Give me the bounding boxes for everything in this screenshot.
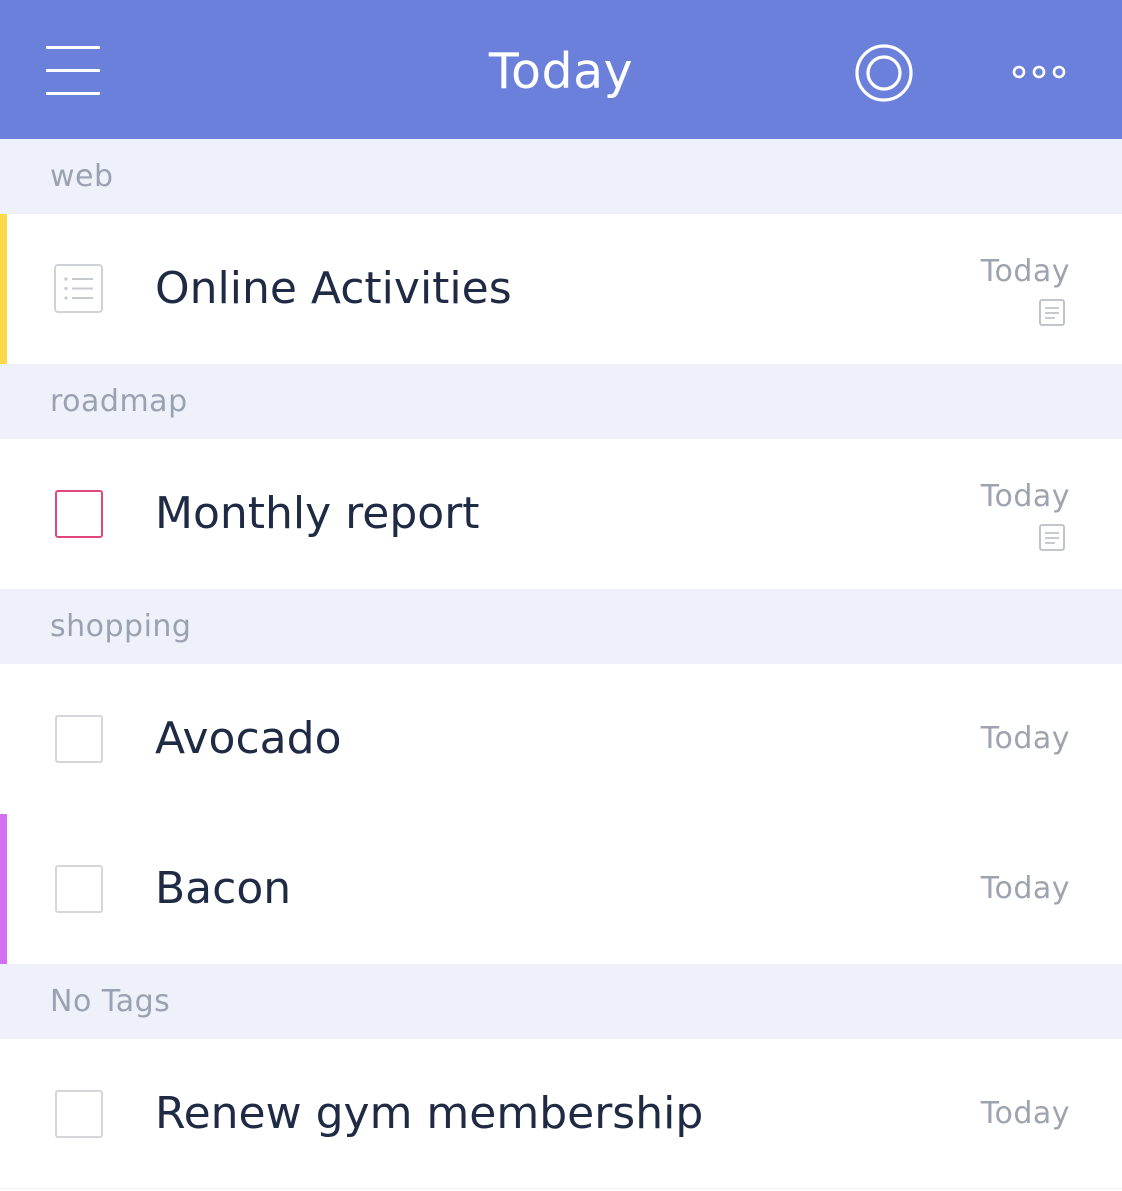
app-window: Today web Online Activities Today roadma… xyxy=(0,0,1122,1191)
hamburger-menu-icon[interactable] xyxy=(46,46,100,96)
task-checkbox[interactable] xyxy=(55,865,103,913)
section-header-no-tags: No Tags xyxy=(0,964,1122,1039)
task-row-renew-gym-membership[interactable]: Renew gym membership Today xyxy=(0,1039,1122,1189)
section-label: No Tags xyxy=(50,984,171,1019)
task-due-date: Today xyxy=(980,871,1070,906)
task-title: Monthly report xyxy=(155,488,480,539)
task-row-online-activities[interactable]: Online Activities Today xyxy=(0,214,1122,364)
row-divider xyxy=(0,1188,1122,1189)
top-bar: Today xyxy=(0,0,1122,139)
task-title: Bacon xyxy=(155,863,292,914)
note-icon xyxy=(1039,524,1065,551)
section-label: roadmap xyxy=(50,384,188,419)
section-label: web xyxy=(50,159,114,194)
section-header-roadmap: roadmap xyxy=(0,364,1122,439)
task-due-date: Today xyxy=(980,721,1070,756)
task-due-date: Today xyxy=(980,479,1070,514)
task-row-bacon[interactable]: Bacon Today xyxy=(0,814,1122,964)
task-checkbox[interactable] xyxy=(55,490,103,538)
tag-color-stripe xyxy=(0,214,7,364)
tag-color-stripe xyxy=(0,814,7,964)
task-title: Online Activities xyxy=(155,263,512,314)
task-checkbox[interactable] xyxy=(55,1090,103,1138)
page-title: Today xyxy=(488,43,634,100)
task-checkbox[interactable] xyxy=(55,715,103,763)
task-title: Avocado xyxy=(155,713,342,764)
target-icon[interactable] xyxy=(853,42,915,104)
task-due-date: Today xyxy=(980,1096,1070,1131)
section-label: shopping xyxy=(50,609,192,644)
section-header-shopping: shopping xyxy=(0,589,1122,664)
task-row-avocado[interactable]: Avocado Today xyxy=(0,664,1122,814)
checklist-icon[interactable] xyxy=(54,264,104,318)
task-due-date: Today xyxy=(980,254,1070,289)
task-title: Renew gym membership xyxy=(155,1088,704,1139)
more-horizontal-icon[interactable] xyxy=(1005,57,1075,87)
section-header-web: web xyxy=(0,139,1122,214)
task-row-monthly-report[interactable]: Monthly report Today xyxy=(0,439,1122,589)
note-icon xyxy=(1039,299,1065,326)
